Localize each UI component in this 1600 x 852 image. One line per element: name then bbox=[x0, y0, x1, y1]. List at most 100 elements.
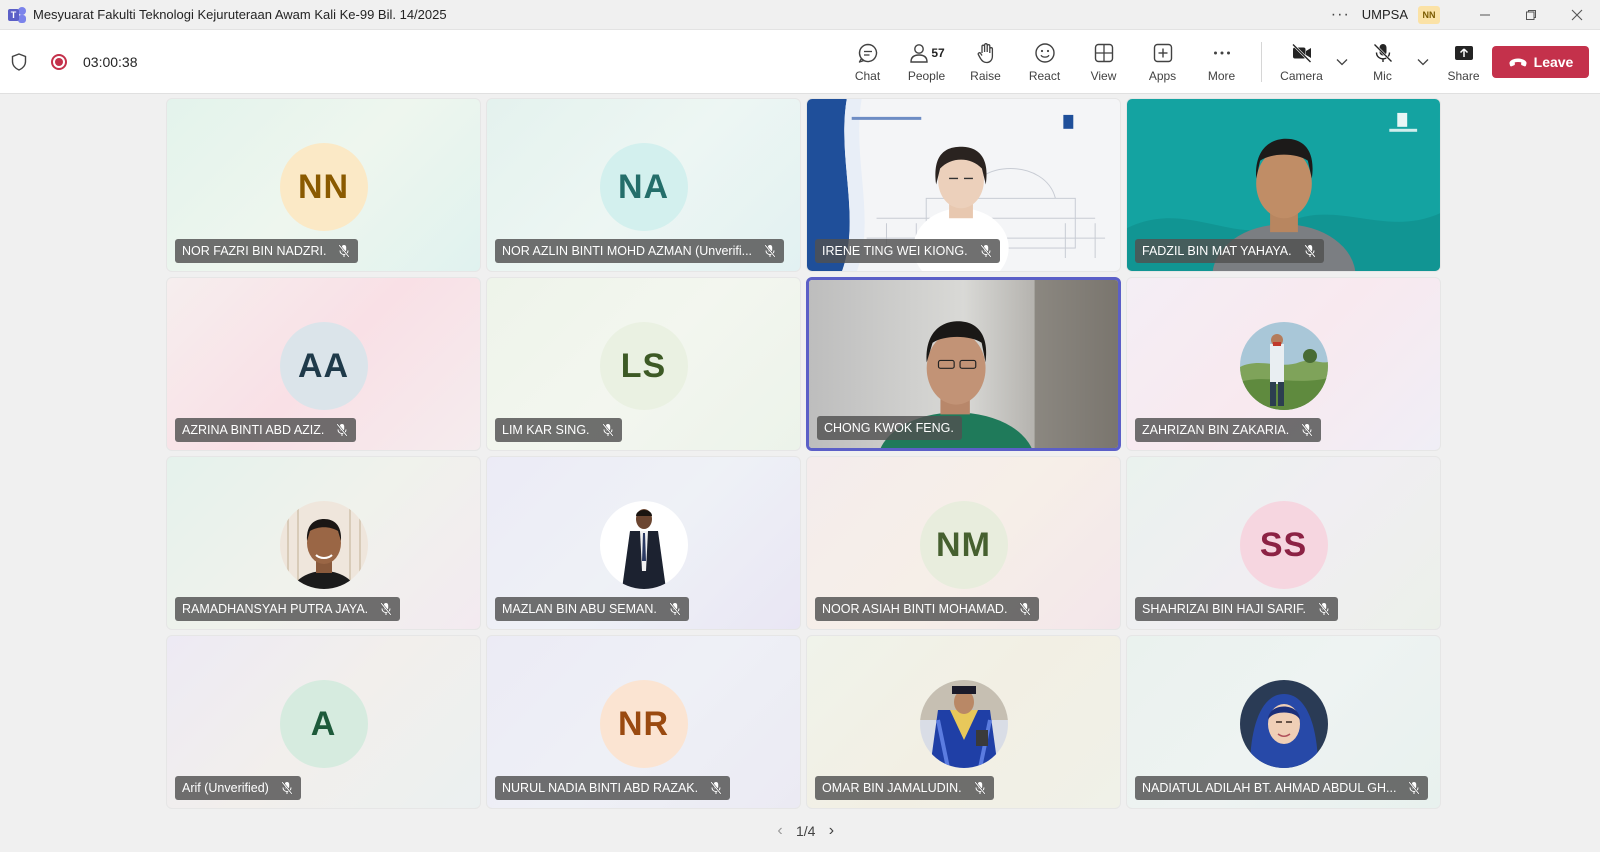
minimize-icon[interactable] bbox=[1462, 0, 1508, 30]
participant-tile[interactable]: LS LIM KAR SING. bbox=[486, 277, 801, 451]
apps-add-icon bbox=[1153, 43, 1172, 63]
share-label: Share bbox=[1447, 69, 1480, 83]
participant-nameplate: ZAHRIZAN BIN ZAKARIA. bbox=[1135, 418, 1322, 442]
chat-icon bbox=[858, 43, 877, 63]
toolbar-divider bbox=[1261, 42, 1262, 82]
avatar-initials: AA bbox=[297, 346, 350, 385]
participant-tile[interactable]: OMAR BIN JAMALUDIN. bbox=[806, 635, 1121, 809]
camera-options-chevron-down-icon[interactable] bbox=[1331, 30, 1353, 94]
participant-tile[interactable]: NR NURUL NADIA BINTI ABD RAZAK. bbox=[486, 635, 801, 809]
participant-name: NADIATUL ADILAH BT. AHMAD ABDUL GH... bbox=[1142, 781, 1397, 795]
camera-button[interactable]: Camera bbox=[1272, 30, 1331, 94]
apps-button[interactable]: Apps bbox=[1133, 30, 1192, 94]
participant-tile[interactable]: CHONG KWOK FENG. bbox=[806, 277, 1121, 451]
participant-avatar: NN bbox=[279, 143, 368, 231]
participant-nameplate: RAMADHANSYAH PUTRA JAYA. bbox=[175, 597, 401, 621]
previous-page-chevron-left-icon[interactable]: ‹ bbox=[770, 822, 790, 840]
muted-mic-icon bbox=[336, 423, 348, 437]
avatar-initials: A bbox=[310, 704, 337, 743]
participant-avatar bbox=[279, 501, 368, 589]
participant-nameplate: IRENE TING WEI KIONG. bbox=[815, 239, 1000, 263]
muted-mic-icon bbox=[601, 423, 614, 437]
avatar-initials: LS bbox=[620, 346, 667, 385]
participant-avatar bbox=[599, 501, 688, 589]
participant-tile[interactable]: A Arif (Unverified) bbox=[166, 635, 481, 809]
restore-icon[interactable] bbox=[1508, 0, 1554, 30]
avatar-initials: NA bbox=[617, 167, 670, 206]
participant-tile[interactable]: RAMADHANSYAH PUTRA JAYA. bbox=[166, 456, 481, 630]
leave-button[interactable]: Leave bbox=[1492, 46, 1589, 78]
chat-button[interactable]: Chat bbox=[838, 30, 897, 94]
participant-avatar: SS bbox=[1239, 501, 1328, 589]
mic-button[interactable]: Mic bbox=[1353, 30, 1412, 94]
participant-avatar: AA bbox=[279, 322, 368, 410]
participant-avatar bbox=[919, 680, 1008, 768]
apps-label: Apps bbox=[1148, 69, 1177, 83]
muted-mic-icon bbox=[1408, 781, 1421, 795]
page-navigator: ‹ 1/4 › bbox=[770, 822, 841, 840]
muted-mic-icon bbox=[1301, 423, 1313, 437]
participant-nameplate: MAZLAN BIN ABU SEMAN. bbox=[495, 597, 689, 621]
user-avatar[interactable]: NN bbox=[1418, 5, 1440, 24]
participant-tile[interactable]: NA NOR AZLIN BINTI MOHD AZMAN (Unverifi..… bbox=[486, 98, 801, 272]
muted-mic-icon bbox=[281, 781, 293, 795]
people-icon bbox=[910, 44, 929, 63]
participant-tile[interactable]: IRENE TING WEI KIONG. bbox=[806, 98, 1121, 272]
shield-icon[interactable] bbox=[11, 52, 27, 71]
muted-mic-icon bbox=[380, 602, 392, 616]
participant-name: IRENE TING WEI KIONG. bbox=[822, 244, 968, 258]
participant-avatar bbox=[1239, 322, 1328, 410]
window-title: Mesyuarat Fakulti Teknologi Kejuruteraan… bbox=[33, 7, 447, 22]
muted-mic-icon bbox=[1318, 602, 1330, 616]
participant-avatar: NA bbox=[599, 143, 688, 231]
mic-options-chevron-down-icon[interactable] bbox=[1412, 30, 1434, 94]
participant-nameplate: OMAR BIN JAMALUDIN. bbox=[815, 776, 994, 800]
raise-hand-button[interactable]: Raise bbox=[956, 30, 1015, 94]
participant-tile[interactable]: SS SHAHRIZAI BIN HAJI SARIF. bbox=[1126, 456, 1441, 630]
page-indicator: 1/4 bbox=[796, 823, 816, 839]
camera-label: Camera bbox=[1280, 69, 1323, 83]
share-button[interactable]: Share bbox=[1434, 30, 1493, 94]
participant-avatar: NM bbox=[919, 501, 1008, 589]
react-button[interactable]: React bbox=[1015, 30, 1074, 94]
close-icon[interactable] bbox=[1554, 0, 1600, 30]
view-label: View bbox=[1090, 69, 1117, 83]
hang-up-icon bbox=[1509, 58, 1527, 67]
muted-mic-icon bbox=[1304, 244, 1316, 258]
more-button[interactable]: More bbox=[1192, 30, 1251, 94]
participant-nameplate: NOOR ASIAH BINTI MOHAMAD. bbox=[815, 597, 1040, 621]
participant-name: AZRINA BINTI ABD AZIZ. bbox=[182, 423, 325, 437]
participant-tile[interactable]: ZAHRIZAN BIN ZAKARIA. bbox=[1126, 277, 1441, 451]
avatar-initials: NR bbox=[617, 704, 670, 743]
avatar-initials: SS bbox=[1259, 525, 1308, 564]
participant-tile[interactable]: NADIATUL ADILAH BT. AHMAD ABDUL GH... bbox=[1126, 635, 1441, 809]
participant-tile[interactable]: AA AZRINA BINTI ABD AZIZ. bbox=[166, 277, 481, 451]
muted-mic-icon bbox=[764, 244, 776, 258]
participant-avatar bbox=[1239, 680, 1328, 768]
participant-tile[interactable]: FADZIL BIN MAT YAHAYA. bbox=[1126, 98, 1441, 272]
people-button[interactable]: 57 People bbox=[897, 30, 956, 94]
participant-tile[interactable]: NM NOOR ASIAH BINTI MOHAMAD. bbox=[806, 456, 1121, 630]
participant-name: RAMADHANSYAH PUTRA JAYA. bbox=[182, 602, 369, 616]
teams-logo-icon: T bbox=[8, 6, 26, 23]
next-page-chevron-right-icon[interactable]: › bbox=[821, 822, 841, 840]
participant-name: Arif (Unverified) bbox=[182, 781, 269, 795]
muted-mic-icon bbox=[980, 244, 992, 258]
participant-name: NOR AZLIN BINTI MOHD AZMAN (Unverifi... bbox=[502, 244, 753, 258]
more-label: More bbox=[1207, 69, 1236, 83]
participant-tile[interactable]: NN NOR FAZRI BIN NADZRI. bbox=[166, 98, 481, 272]
hand-icon bbox=[977, 43, 993, 64]
participant-name: NOR FAZRI BIN NADZRI. bbox=[182, 244, 327, 258]
muted-mic-icon bbox=[338, 244, 351, 258]
participant-tile[interactable]: MAZLAN BIN ABU SEMAN. bbox=[486, 456, 801, 630]
chat-label: Chat bbox=[854, 69, 881, 83]
more-options-icon[interactable]: ··· bbox=[1331, 6, 1350, 24]
view-button[interactable]: View bbox=[1074, 30, 1133, 94]
org-name[interactable]: UMPSA bbox=[1362, 7, 1408, 22]
recording-icon bbox=[51, 53, 67, 70]
mic-label: Mic bbox=[1373, 69, 1392, 83]
emoji-icon bbox=[1034, 43, 1055, 63]
people-count: 57 bbox=[931, 46, 945, 60]
title-bar: T Mesyuarat Fakulti Teknologi Kejurutera… bbox=[0, 0, 1600, 30]
participant-nameplate: Arif (Unverified) bbox=[175, 776, 301, 800]
